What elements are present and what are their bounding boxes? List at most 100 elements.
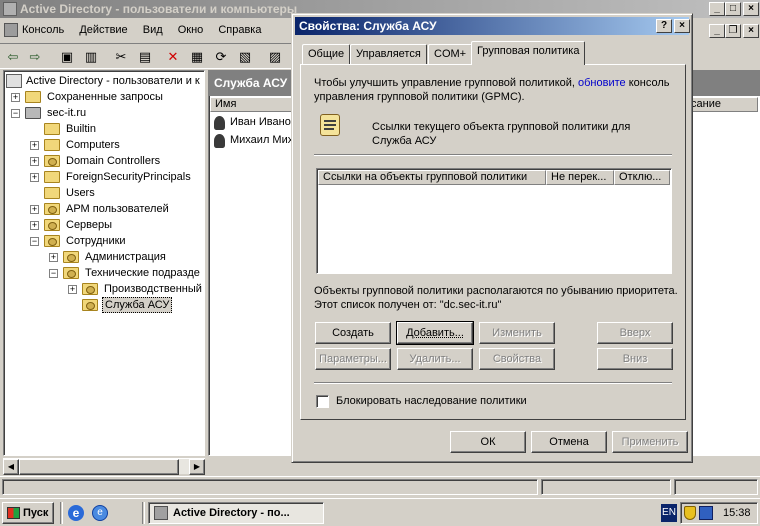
paste-icon[interactable]: ▤ [136, 48, 154, 66]
tab-general[interactable]: Общие [302, 44, 351, 64]
tree-item[interactable]: − sec-it.ru [6, 105, 202, 121]
tree-item-label: Сохраненные запросы [47, 91, 163, 103]
mdi-minimize-button[interactable]: _ [709, 24, 725, 38]
desktop-icon[interactable]: e [92, 505, 108, 521]
menu-help[interactable]: Справка [218, 24, 261, 36]
language-indicator[interactable]: EN [661, 504, 677, 522]
network-icon[interactable] [699, 506, 713, 520]
ad-root-icon [6, 74, 22, 88]
block-inheritance-label: Блокировать наследование политики [336, 395, 527, 407]
cut-icon[interactable]: ✂ [112, 48, 130, 66]
delete-icon[interactable]: ✕ [164, 48, 182, 66]
show-tree-icon[interactable]: ▥ [82, 48, 100, 66]
toolbar: ⇦ ⇨ ▣ ▥ ✂ ▤ ✕ ▦ ⟳ ▧ ▨ [0, 43, 300, 69]
tree-item[interactable]: + АРМ пользователей [6, 201, 202, 217]
ok-button[interactable]: ОК [450, 431, 526, 453]
start-button[interactable]: Пуск [2, 502, 54, 524]
tree-item[interactable]: Users [6, 185, 202, 201]
tree-item[interactable]: + Серверы [6, 217, 202, 233]
block-inheritance-checkbox[interactable] [316, 395, 329, 408]
collapse-icon[interactable]: − [30, 237, 39, 246]
intro-text-before: Чтобы улучшить управление групповой поли… [314, 77, 579, 89]
help-icon[interactable]: ▨ [266, 48, 284, 66]
expand-icon[interactable]: + [68, 285, 77, 294]
tree-item[interactable]: Builtin [6, 121, 202, 137]
menu-window[interactable]: Окно [178, 24, 204, 36]
scroll-left-button[interactable]: ◀ [3, 459, 19, 475]
refresh-icon[interactable]: ⟳ [212, 48, 230, 66]
organizational-unit-icon [44, 219, 60, 231]
folder-icon [25, 91, 41, 103]
cancel-button[interactable]: Отмена [531, 431, 607, 453]
collapse-icon[interactable]: − [49, 269, 58, 278]
separator [314, 154, 672, 156]
properties-icon[interactable]: ▦ [188, 48, 206, 66]
apply-button[interactable]: Применить [612, 431, 688, 453]
scroll-thumb[interactable] [19, 459, 179, 475]
main-minimize-button[interactable]: _ [709, 2, 725, 16]
separator [314, 382, 672, 384]
main-maximize-button[interactable]: □ [725, 2, 741, 16]
back-arrow-icon[interactable]: ⇦ [4, 48, 22, 66]
main-close-button[interactable]: × [743, 2, 759, 16]
up-level-icon[interactable]: ▣ [58, 48, 76, 66]
tree-hscrollbar[interactable]: ◀ ▶ [3, 458, 205, 475]
options-button[interactable]: Параметры... [315, 348, 391, 370]
expand-icon[interactable]: + [30, 205, 39, 214]
tree-item-label: АРМ пользователей [66, 203, 169, 215]
delete-button[interactable]: Удалить... [397, 348, 473, 370]
forward-arrow-icon[interactable]: ⇨ [26, 48, 44, 66]
scroll-right-button[interactable]: ▶ [189, 459, 205, 475]
create-button[interactable]: Создать [315, 322, 391, 344]
expand-icon[interactable]: + [11, 93, 20, 102]
tree-item[interactable]: + Computers [6, 137, 202, 153]
tree-item[interactable]: + ForeignSecurityPrincipals [6, 169, 202, 185]
mdi-close-button[interactable]: × [743, 24, 759, 38]
clock[interactable]: 15:38 [723, 506, 751, 520]
properties-button[interactable]: Свойства [479, 348, 555, 370]
tab-com-plus[interactable]: COM+ [428, 44, 473, 64]
column-name[interactable]: Имя [210, 97, 294, 112]
menu-view[interactable]: Вид [143, 24, 163, 36]
tree-item[interactable]: + Сохраненные запросы [6, 89, 202, 105]
tree-item[interactable]: + Администрация [6, 249, 202, 265]
column-description[interactable]: сание [686, 97, 758, 112]
links-caption: Ссылки текущего объекта групповой полити… [372, 121, 631, 147]
tree-item[interactable]: − Сотрудники [6, 233, 202, 249]
folder-icon [44, 187, 60, 199]
tree-item[interactable]: Служба АСУ [6, 297, 202, 313]
menu-console[interactable]: Консоль [22, 24, 64, 36]
move-down-button[interactable]: Вниз [597, 348, 673, 370]
column-disabled[interactable]: Отклю... [614, 170, 670, 185]
dialog-close-button[interactable]: × [674, 19, 690, 33]
tree-item[interactable]: − Технические подразде [6, 265, 202, 281]
column-no-override[interactable]: Не перек... [546, 170, 614, 185]
tab-managed-by[interactable]: Управляется [350, 44, 427, 64]
organizational-unit-icon [82, 283, 98, 295]
menu-action[interactable]: Действие [79, 24, 127, 36]
tree-item[interactable]: + Domain Controllers [6, 153, 202, 169]
mdi-restore-button[interactable]: ❐ [725, 24, 741, 38]
gpo-links-list[interactable]: Ссылки на объекты групповой политики Не … [316, 168, 672, 274]
dialog-help-button[interactable]: ? [656, 19, 672, 33]
taskbar-task-active-directory[interactable]: Active Directory - по... [148, 502, 324, 524]
gpmc-update-link[interactable]: обновите [578, 77, 626, 89]
security-shield-icon[interactable] [684, 506, 696, 520]
expand-icon[interactable]: + [30, 173, 39, 182]
tab-group-policy[interactable]: Групповая политика [471, 41, 586, 65]
expand-icon[interactable]: + [30, 157, 39, 166]
expand-icon[interactable]: + [49, 253, 58, 262]
tree-item[interactable]: + Производственный [6, 281, 202, 297]
expand-icon[interactable]: + [30, 141, 39, 150]
collapse-icon[interactable]: − [11, 109, 20, 118]
internet-explorer-icon[interactable]: e [68, 505, 84, 521]
move-up-button[interactable]: Вверх [597, 322, 673, 344]
change-button[interactable]: Изменить [479, 322, 555, 344]
column-gpo-links[interactable]: Ссылки на объекты групповой политики [318, 170, 546, 185]
tree-pane[interactable]: Active Directory - пользователи и к + Сох… [3, 70, 205, 456]
dialog-title-bar[interactable]: Свойства: Служба АСУ [295, 17, 689, 35]
tree-item-label: Domain Controllers [66, 155, 161, 167]
add-button[interactable]: Добавить... [396, 321, 474, 345]
export-icon[interactable]: ▧ [236, 48, 254, 66]
expand-icon[interactable]: + [30, 221, 39, 230]
